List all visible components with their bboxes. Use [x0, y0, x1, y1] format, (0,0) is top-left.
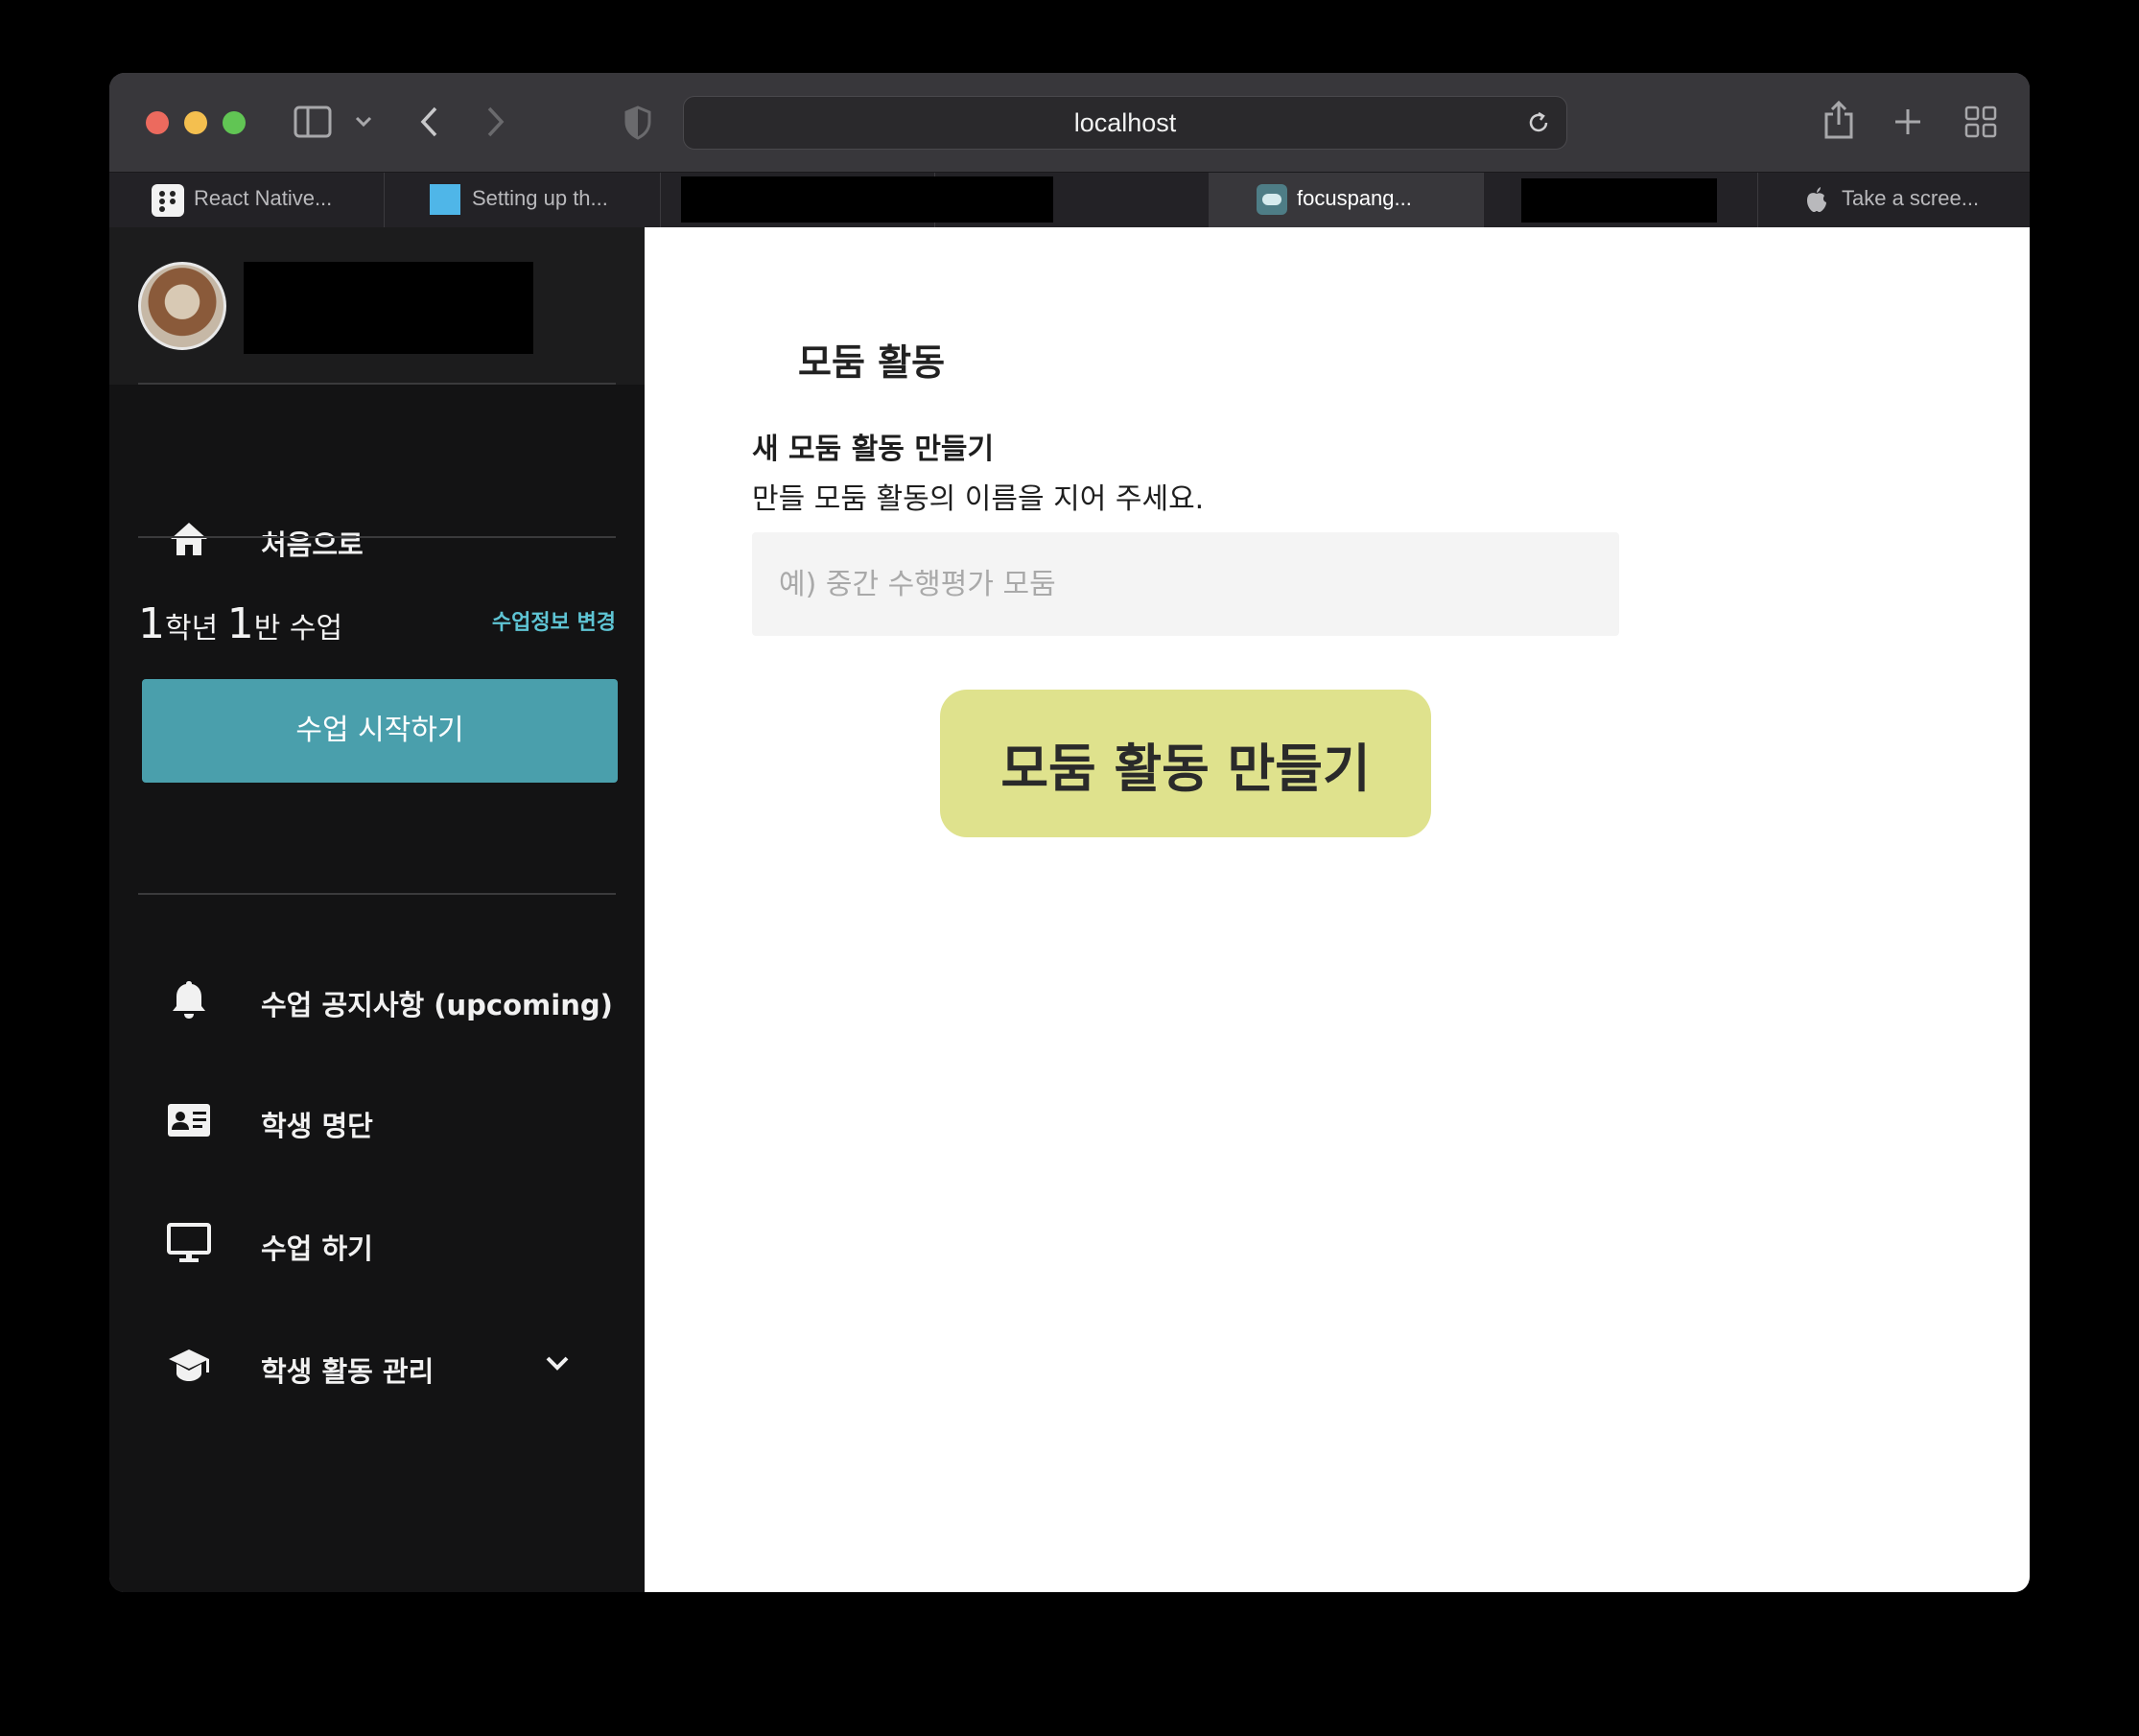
tab-redacted-3[interactable]: [1483, 173, 1758, 228]
create-group-activity-button[interactable]: 모둠 활동 만들기: [940, 690, 1431, 837]
url-text: localhost: [1073, 108, 1177, 137]
browser-window: localhost React Native... Setting up th.…: [109, 73, 2030, 1592]
group-name-input[interactable]: [752, 532, 1619, 636]
grade-number: 1: [138, 599, 165, 648]
bell-icon: [173, 981, 205, 1019]
back-arrow-icon[interactable]: [418, 106, 439, 138]
tab-take-screenshot[interactable]: Take a scree...: [1757, 173, 2030, 228]
divider: [138, 536, 616, 538]
sidebar-item-notices[interactable]: 수업 공지사항 (upcoming): [109, 960, 645, 1037]
forward-arrow-icon[interactable]: [485, 106, 506, 138]
tab-react-native[interactable]: React Native...: [109, 173, 385, 228]
class-title: 1학년 1반 수업: [138, 599, 342, 648]
id-card-icon: [168, 1104, 210, 1137]
sidebar-item-label: 수업 공지사항 (upcoming): [261, 989, 613, 1021]
redacted-block: [1521, 178, 1717, 223]
start-class-button[interactable]: 수업 시작하기: [142, 679, 618, 783]
tab-label: Take a scree...: [1842, 186, 1980, 210]
sidebar-item-label: 수업 하기: [261, 1232, 373, 1265]
tab-redacted-2[interactable]: [934, 173, 1210, 228]
apple-icon: [1807, 187, 1826, 212]
expo-icon: [152, 184, 184, 217]
close-window-button[interactable]: [146, 111, 169, 134]
share-icon[interactable]: [1822, 100, 1855, 140]
sidebar-item-label: 처음으로: [261, 528, 364, 561]
avatar[interactable]: [138, 262, 226, 350]
blue-square-icon: [430, 184, 460, 215]
chevron-down-icon[interactable]: [355, 115, 372, 129]
new-tab-plus-icon[interactable]: [1893, 107, 1922, 136]
redacted-username: [244, 262, 533, 354]
minimize-window-button[interactable]: [184, 111, 207, 134]
redacted-block: [681, 176, 934, 223]
reload-icon[interactable]: [1526, 110, 1551, 135]
sidebar-item-label: 학생 명단: [261, 1110, 373, 1142]
class-number: 1: [226, 599, 254, 648]
form-description: 만들 모둠 활동의 이름을 지어 주세요.: [752, 482, 1205, 516]
redacted-block: [934, 176, 1053, 223]
address-bar[interactable]: localhost: [683, 96, 1567, 150]
profile-area: [109, 227, 645, 385]
sidebar-item-activity-management[interactable]: 학생 활동 관리: [109, 1326, 645, 1403]
chevron-down-icon[interactable]: [545, 1355, 570, 1372]
change-class-info-link[interactable]: 수업정보 변경: [492, 605, 616, 636]
tab-overview-icon[interactable]: [1964, 106, 1997, 138]
class-suffix: 반 수업: [253, 612, 343, 645]
tab-label: Setting up th...: [472, 186, 608, 210]
sidebar-toggle-icon[interactable]: [294, 106, 332, 138]
home-icon: [171, 523, 207, 555]
sidebar-item-home[interactable]: 처음으로: [109, 500, 645, 576]
sidebar-item-student-list[interactable]: 학생 명단: [109, 1081, 645, 1158]
tab-label: React Native...: [194, 186, 333, 210]
zoom-window-button[interactable]: [223, 111, 246, 134]
sidebar: 처음으로 1학년 1반 수업 수업정보 변경 수업 시작하기 수업 공지사항 (…: [109, 227, 645, 1592]
tab-redacted-1[interactable]: [660, 173, 935, 228]
monitor-icon: [167, 1223, 211, 1262]
divider: [138, 383, 616, 385]
graduation-cap-icon: [169, 1349, 209, 1381]
focuspang-icon: [1257, 184, 1287, 215]
browser-toolbar: localhost: [109, 73, 2030, 172]
form-title: 새 모둠 활동 만들기: [752, 433, 995, 466]
tab-setting-up[interactable]: Setting up th...: [384, 173, 661, 228]
main-content: 모둠 활동 새 모둠 활동 만들기 만들 모둠 활동의 이름을 지어 주세요. …: [645, 227, 2030, 1592]
privacy-shield-icon[interactable]: [623, 106, 652, 140]
tab-label: focuspang...: [1297, 186, 1412, 210]
sidebar-item-label: 학생 활동 관리: [261, 1355, 435, 1388]
page-title: 모둠 활동: [798, 341, 946, 384]
tab-bar: React Native... Setting up th... focuspa…: [109, 172, 2030, 228]
sidebar-item-teaching[interactable]: 수업 하기: [109, 1204, 645, 1280]
divider: [138, 893, 616, 895]
tab-focuspang[interactable]: focuspang...: [1209, 173, 1484, 228]
grade-suffix: 학년: [165, 612, 227, 645]
